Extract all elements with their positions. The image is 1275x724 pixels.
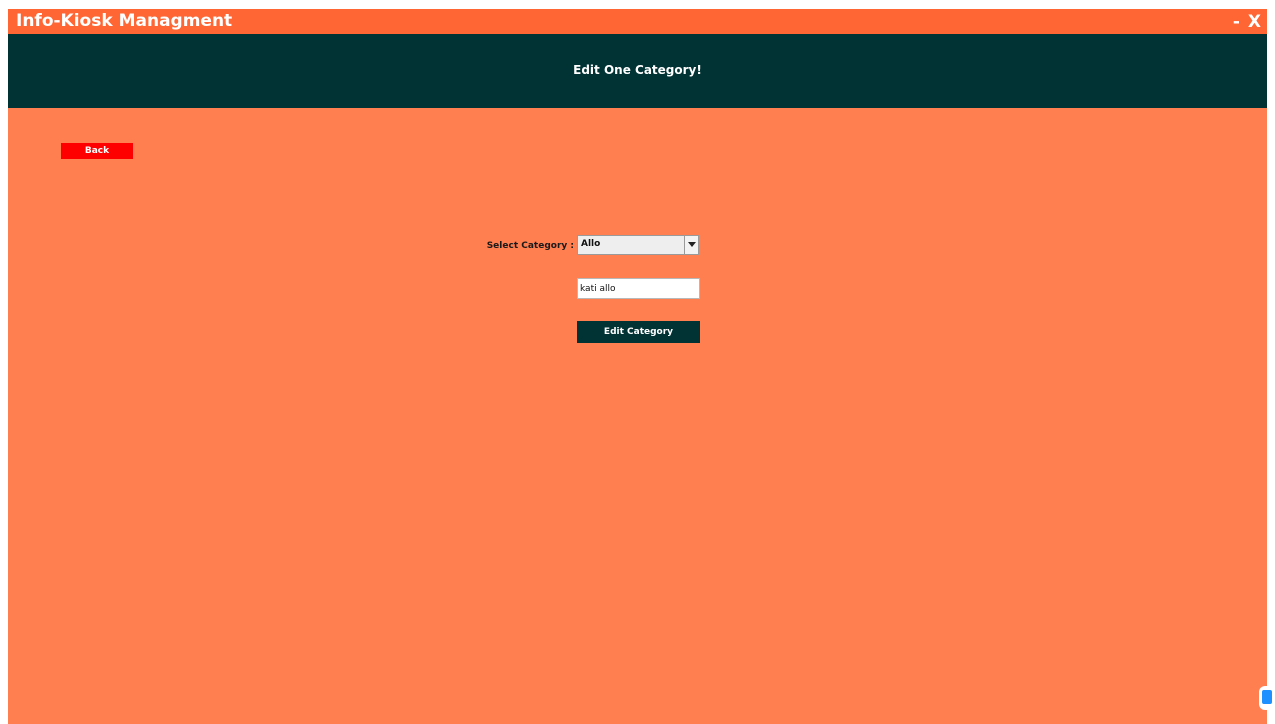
select-arrow-button[interactable] [684, 236, 698, 254]
window-controls: - X [1233, 9, 1261, 34]
app-title: Info-Kiosk Managment [16, 11, 233, 31]
category-select-value: Allo [581, 239, 601, 249]
chevron-down-icon [688, 242, 696, 247]
back-button[interactable]: Back [61, 143, 133, 159]
select-category-label: Select Category : [486, 241, 574, 251]
category-name-input[interactable] [577, 278, 700, 299]
page-header: Edit One Category! [8, 34, 1267, 108]
app-badge-icon [1262, 690, 1272, 704]
category-select[interactable]: Allo [577, 235, 699, 255]
app-window: Info-Kiosk Managment - X Edit One Catego… [8, 9, 1267, 724]
edit-category-button[interactable]: Edit Category [577, 321, 700, 343]
page-title: Edit One Category! [573, 63, 702, 77]
close-button[interactable]: X [1248, 11, 1261, 33]
window-titlebar[interactable]: Info-Kiosk Managment - X [8, 9, 1267, 34]
app-badge[interactable] [1259, 686, 1275, 710]
minimize-button[interactable]: - [1233, 11, 1240, 33]
